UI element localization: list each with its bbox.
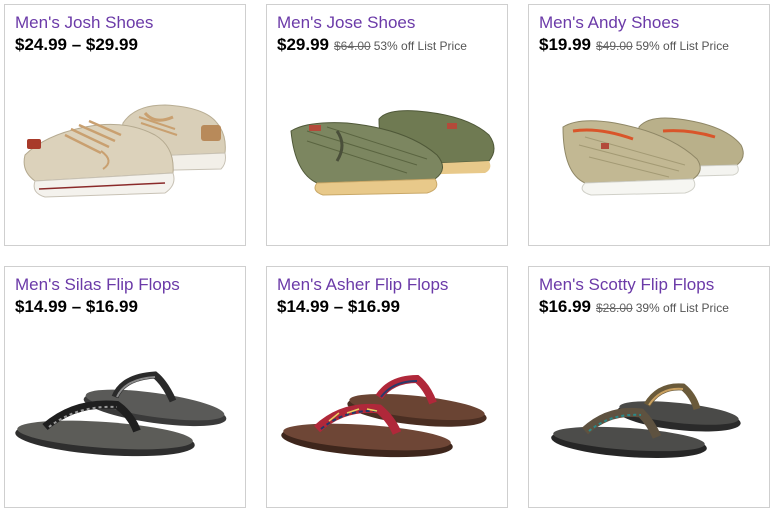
- list-price: $64.00: [334, 39, 371, 53]
- discount-label: 53% off List Price: [373, 39, 467, 53]
- product-title[interactable]: Men's Silas Flip Flops: [15, 275, 180, 295]
- product-price: $29.99: [277, 35, 329, 54]
- list-price: $28.00: [596, 301, 633, 315]
- price-row: $16.99 $28.00 39% off List Price: [539, 297, 729, 317]
- product-title[interactable]: Men's Scotty Flip Flops: [539, 275, 714, 295]
- product-grid: Men's Josh Shoes $24.99 – $29.99 Men's J…: [0, 0, 774, 511]
- product-card[interactable]: Men's Andy Shoes $19.99 $49.00 59% off L…: [528, 4, 770, 246]
- product-title[interactable]: Men's Jose Shoes: [277, 13, 415, 33]
- list-price: $49.00: [596, 39, 633, 53]
- plaid-flip-flop-image[interactable]: [267, 327, 507, 507]
- canvas-slip-on-image[interactable]: [529, 65, 769, 245]
- product-price: $14.99 – $16.99: [277, 297, 400, 316]
- price-row: $14.99 – $16.99: [277, 297, 400, 317]
- product-card[interactable]: Men's Silas Flip Flops $14.99 – $16.99: [4, 266, 246, 508]
- product-price: $14.99 – $16.99: [15, 297, 138, 316]
- canvas-sneaker-image[interactable]: [5, 65, 245, 245]
- product-card[interactable]: Men's Scotty Flip Flops $16.99 $28.00 39…: [528, 266, 770, 508]
- product-card[interactable]: Men's Jose Shoes $29.99 $64.00 53% off L…: [266, 4, 508, 246]
- product-title[interactable]: Men's Andy Shoes: [539, 13, 679, 33]
- price-row: $29.99 $64.00 53% off List Price: [277, 35, 467, 55]
- product-price: $24.99 – $29.99: [15, 35, 138, 54]
- product-card[interactable]: Men's Asher Flip Flops $14.99 – $16.99: [266, 266, 508, 508]
- product-price: $19.99: [539, 35, 591, 54]
- discount-label: 59% off List Price: [635, 39, 729, 53]
- product-title[interactable]: Men's Josh Shoes: [15, 13, 153, 33]
- flip-flop-image[interactable]: [5, 327, 245, 507]
- product-title[interactable]: Men's Asher Flip Flops: [277, 275, 448, 295]
- flip-flop-image[interactable]: [529, 327, 769, 507]
- price-row: $14.99 – $16.99: [15, 297, 138, 317]
- price-row: $24.99 – $29.99: [15, 35, 138, 55]
- product-card[interactable]: Men's Josh Shoes $24.99 – $29.99: [4, 4, 246, 246]
- discount-label: 39% off List Price: [635, 301, 729, 315]
- price-row: $19.99 $49.00 59% off List Price: [539, 35, 729, 55]
- canvas-slip-on-image[interactable]: [267, 65, 507, 245]
- product-price: $16.99: [539, 297, 591, 316]
